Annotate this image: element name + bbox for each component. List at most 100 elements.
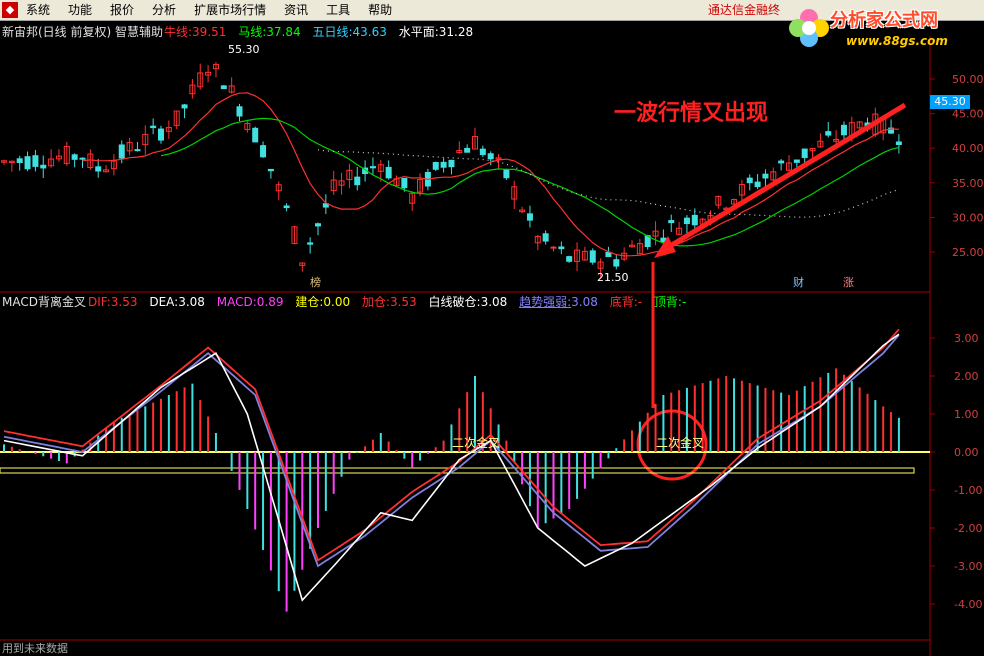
- candle-body: [487, 153, 494, 160]
- candle-body: [754, 181, 761, 188]
- macd-legend: DIF:3.53 DEA:3.08 MACD:0.89 建仓:0.00 加仓:3…: [88, 293, 686, 310]
- badge-label: 财: [793, 275, 804, 289]
- ma-bull-label: 牛线:: [164, 25, 193, 39]
- candle-body: [479, 148, 486, 156]
- top-div-value: -: [681, 295, 687, 309]
- candle-body: [503, 169, 510, 179]
- current-price-tag: 45.30: [930, 95, 970, 109]
- candle-body: [895, 141, 902, 145]
- menu-help[interactable]: 帮助: [368, 0, 392, 20]
- ma-legend: 牛线:39.51 马线:37.84 五日线:43.63 水平面:31.28: [164, 23, 473, 40]
- menu-extended-market[interactable]: 扩展市场行情: [194, 0, 266, 20]
- dif-label: DIF:: [88, 295, 111, 309]
- build-value: 0.00: [323, 295, 351, 309]
- price-tick-label: 40.00: [952, 142, 984, 155]
- macd-tick-label: 0.00: [954, 446, 979, 459]
- price-tick-label: 25.00: [952, 246, 984, 259]
- stock-title: 新宙邦(日线 前复权) 智慧辅助: [2, 25, 163, 39]
- golden-cross-label: 二次金叉: [452, 435, 500, 450]
- high-price-label: 55.30: [228, 43, 260, 56]
- macd-label: MACD:: [216, 295, 257, 309]
- flower-logo-icon: [789, 9, 829, 47]
- candle-body: [354, 176, 361, 186]
- add-label: 加仓:: [361, 295, 390, 309]
- water-level-value: 31.28: [438, 25, 474, 39]
- macd-tick-label: 1.00: [954, 408, 979, 421]
- candle-body: [385, 166, 392, 179]
- chart-canvas[interactable]: 50.00 45.00 40.00 35.00 30.00 25.00 3.00 2.00 1.…: [0, 0, 984, 656]
- brand-url: www.88gs.com: [846, 34, 948, 48]
- menu-system[interactable]: 系统: [26, 0, 50, 20]
- candle-body: [793, 159, 800, 163]
- candle-body: [778, 160, 785, 164]
- ma-5day-value: 43.63: [352, 25, 387, 39]
- candle-body: [691, 214, 698, 226]
- brand-watermark: 分析家公式网 www.88gs.com: [782, 0, 984, 60]
- candle-body: [118, 144, 125, 159]
- candle-body: [605, 251, 612, 258]
- candle-body: [236, 106, 243, 117]
- macd-tick-label: -1.00: [954, 484, 982, 497]
- bottom-div-label: 底背:: [609, 295, 638, 309]
- candle-body: [683, 217, 690, 225]
- ma-bull-line: [82, 92, 899, 257]
- candle-body: [32, 155, 39, 167]
- macd-tick-label: -2.00: [954, 522, 982, 535]
- candle-body: [448, 159, 455, 168]
- trend-value: 3.08: [571, 295, 598, 309]
- price-tick-label: 35.00: [952, 177, 984, 190]
- candle-body: [589, 250, 596, 263]
- ma-horse-label: 马线:: [238, 25, 267, 39]
- candle-body: [440, 161, 447, 168]
- badge-label: 涨: [843, 276, 854, 289]
- candle-body: [526, 213, 533, 221]
- menu-news[interactable]: 资讯: [284, 0, 308, 20]
- candle-body: [825, 131, 832, 136]
- status-text: 用到未来数据: [2, 642, 68, 655]
- annotation-text: 一波行情又出现: [614, 100, 768, 126]
- menu-analysis[interactable]: 分析: [152, 0, 176, 20]
- candle-body: [95, 166, 102, 172]
- candle-body: [746, 177, 753, 184]
- macd-tick-label: 3.00: [954, 332, 979, 345]
- whiteline-label: 白线破仓:: [428, 295, 481, 309]
- candle-body: [840, 124, 847, 136]
- ma-5day-label: 五日线:: [312, 25, 353, 39]
- candle-body: [260, 145, 267, 158]
- ma-bull-value: 39.51: [192, 25, 227, 39]
- candle-body: [16, 158, 23, 164]
- golden-cross-label: 二次金叉: [656, 435, 704, 450]
- menu-items: 系统 功能 报价 分析 扩展市场行情 资讯 工具 帮助: [26, 0, 410, 20]
- candle-body: [369, 166, 376, 169]
- menu-tools[interactable]: 工具: [326, 0, 350, 20]
- macd-tick-label: 2.00: [954, 370, 979, 383]
- low-price-label: 21.50: [597, 271, 629, 284]
- menu-quote[interactable]: 报价: [110, 0, 134, 20]
- menu-function[interactable]: 功能: [68, 0, 92, 20]
- candle-body: [252, 127, 259, 143]
- candle-body: [558, 246, 565, 250]
- candle-body: [79, 157, 86, 160]
- bottom-div-value: -: [637, 295, 643, 309]
- macd-value: 0.89: [256, 295, 284, 309]
- terminal-link[interactable]: 通达信金融终: [708, 0, 780, 20]
- water-level-label: 水平面:: [398, 25, 439, 39]
- ma-horse-value: 37.84: [266, 25, 301, 39]
- price-tick-label: 45.00: [952, 108, 984, 121]
- candle-body: [307, 242, 314, 245]
- candle-body: [220, 85, 227, 90]
- candle-body: [566, 256, 573, 262]
- macd-tick-label: -4.00: [954, 598, 982, 611]
- dif-value: 3.53: [110, 295, 138, 309]
- brand-name: 分析家公式网: [830, 10, 938, 31]
- app-logo-icon: ◆: [2, 2, 18, 18]
- candle-body: [150, 125, 157, 129]
- trend-label: 趋势强弱:: [519, 295, 572, 309]
- candle-body: [432, 162, 439, 170]
- macd-title: MACD背离金叉: [2, 295, 86, 309]
- candle-body: [613, 259, 620, 267]
- candle-body: [315, 223, 321, 227]
- dea-label: DEA:: [149, 295, 179, 309]
- candle-body: [283, 205, 290, 209]
- candle-body: [267, 168, 274, 172]
